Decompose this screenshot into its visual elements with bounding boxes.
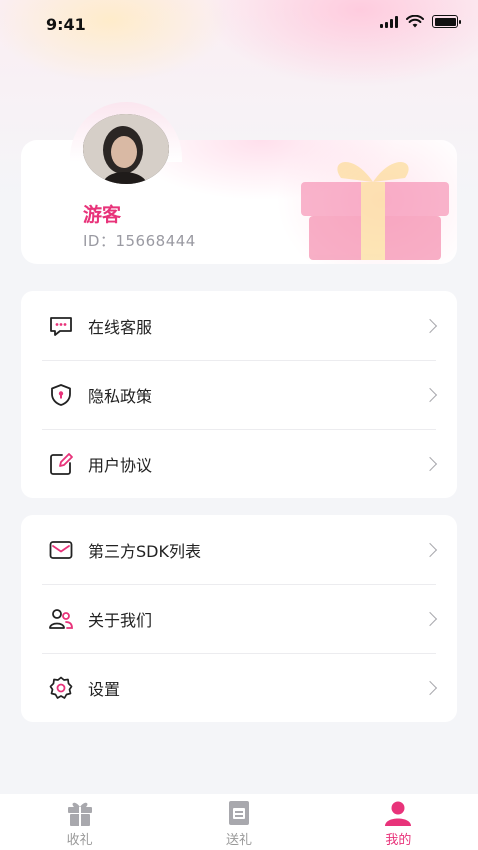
tab-label: 收礼 xyxy=(66,833,93,848)
chat-bubble-icon xyxy=(50,316,72,336)
chevron-right-icon xyxy=(422,542,438,557)
wifi-icon xyxy=(406,15,424,28)
menu-card-about: 第三方SDK列表 关于我们 设置 xyxy=(21,515,457,722)
chevron-right-icon xyxy=(422,680,438,695)
users-icon xyxy=(49,608,73,629)
mine-page: 9:41 游客 ID：15668444 在线客服 隐私政策 用户协议 第三方SD… xyxy=(0,0,478,850)
menu-item-third-party-sdk[interactable]: 第三方SDK列表 xyxy=(21,515,457,584)
user-profile-icon xyxy=(385,801,412,826)
status-bar: 9:41 xyxy=(0,0,478,50)
menu-item-user-agreement[interactable]: 用户协议 xyxy=(21,429,457,498)
menu-item-settings[interactable]: 设置 xyxy=(21,653,457,722)
menu-label: 用户协议 xyxy=(88,455,153,475)
tab-label: 我的 xyxy=(385,833,412,848)
menu-label: 关于我们 xyxy=(88,610,153,630)
username: 游客 xyxy=(83,204,122,226)
menu-item-privacy-policy[interactable]: 隐私政策 xyxy=(21,360,457,429)
tab-receive-gift[interactable]: 收礼 xyxy=(0,794,159,850)
menu-item-about-us[interactable]: 关于我们 xyxy=(21,584,457,653)
gear-icon xyxy=(49,676,73,699)
user-id: ID：15668444 xyxy=(83,232,196,250)
bottom-tab-bar: 收礼 送礼 我的 xyxy=(0,794,478,850)
menu-item-online-service[interactable]: 在线客服 xyxy=(21,291,457,360)
envelope-icon xyxy=(49,540,73,559)
tab-send-gift[interactable]: 送礼 xyxy=(159,794,318,850)
avatar[interactable] xyxy=(83,114,169,184)
gift-icon xyxy=(67,802,92,826)
chevron-right-icon xyxy=(422,318,438,333)
status-icons xyxy=(380,15,461,28)
chevron-right-icon xyxy=(422,387,438,402)
chevron-right-icon xyxy=(422,456,438,471)
battery-icon xyxy=(432,15,461,28)
gift-card-icon xyxy=(228,801,249,825)
menu-label: 隐私政策 xyxy=(88,386,153,406)
tab-mine[interactable]: 我的 xyxy=(319,794,478,850)
tab-label: 送礼 xyxy=(225,833,252,848)
edit-document-icon xyxy=(50,452,73,475)
shield-lock-icon xyxy=(51,383,71,406)
gift-box-decoration-icon xyxy=(301,161,449,260)
menu-label: 第三方SDK列表 xyxy=(88,541,201,561)
menu-card-support: 在线客服 隐私政策 用户协议 xyxy=(21,291,457,498)
status-time: 9:41 xyxy=(46,15,86,34)
menu-label: 设置 xyxy=(88,679,121,699)
menu-label: 在线客服 xyxy=(88,317,153,337)
chevron-right-icon xyxy=(422,611,438,626)
cellular-signal-icon xyxy=(380,15,398,28)
